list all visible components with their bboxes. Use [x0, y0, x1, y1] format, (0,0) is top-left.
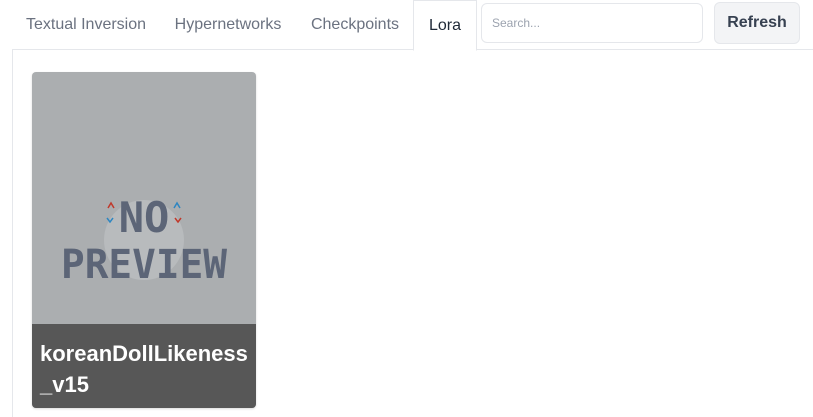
tab-textual-inversion[interactable]: Textual Inversion [12, 0, 160, 49]
no-preview-line2: PREVIEW [61, 242, 228, 288]
no-preview-line1: NO [119, 193, 170, 242]
tab-lora[interactable]: Lora [413, 0, 477, 51]
panel-border [12, 50, 13, 417]
extra-networks-panel: Textual Inversion Hypernetworks Checkpoi… [0, 0, 813, 417]
decor-right-icon [173, 201, 181, 209]
lora-card[interactable]: NO PREVIEW koreanDollLikeness_v15 [32, 72, 256, 408]
tab-underline-right [476, 49, 813, 50]
tab-underline-left [12, 49, 414, 50]
tab-checkpoints[interactable]: Checkpoints [296, 0, 414, 49]
search-input[interactable] [481, 3, 703, 43]
refresh-button[interactable]: Refresh [714, 2, 800, 44]
decor-left-icon [107, 201, 115, 209]
card-name: koreanDollLikeness_v15 [32, 324, 256, 408]
tab-hypernetworks[interactable]: Hypernetworks [160, 0, 296, 49]
no-preview-image: NO PREVIEW [61, 193, 228, 288]
